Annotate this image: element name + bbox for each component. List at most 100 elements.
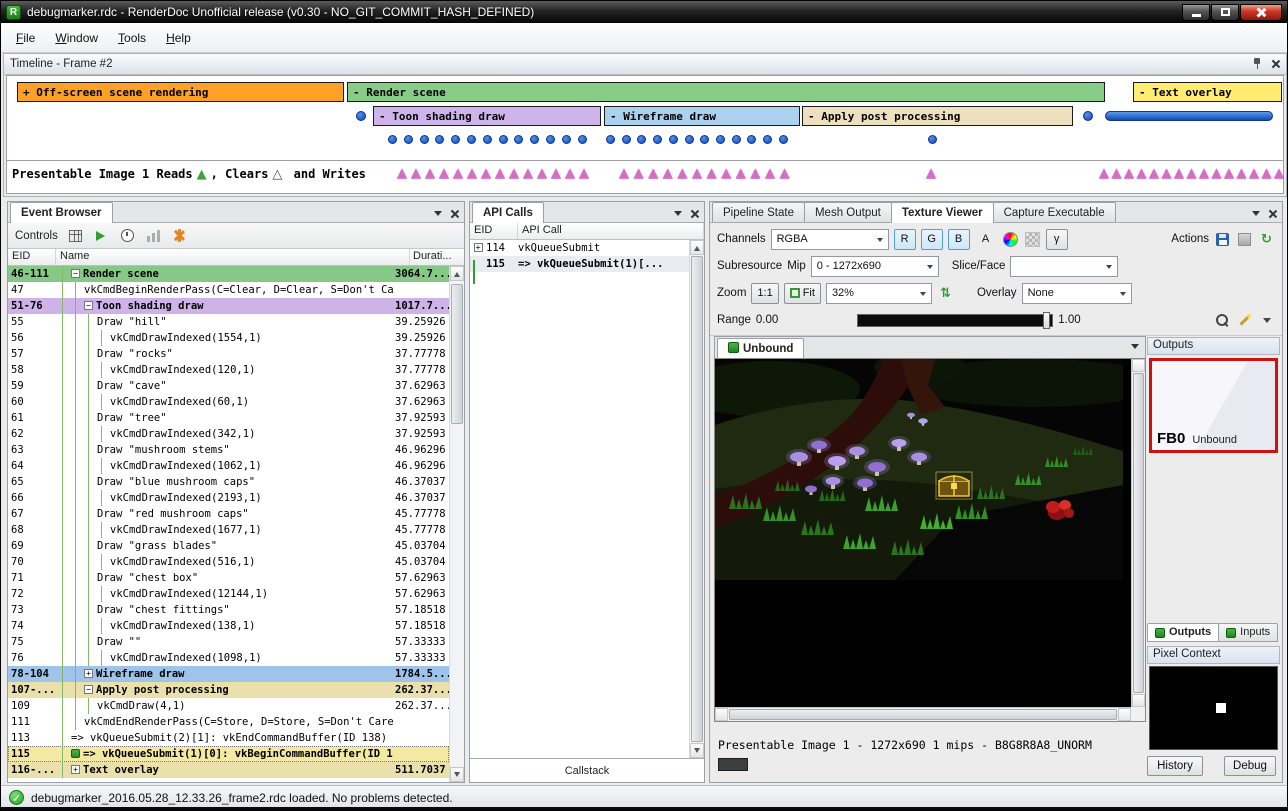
event-row[interactable]: 70vkCmdDrawIndexed(516,1)45.03704 <box>8 554 449 570</box>
usage-write-triangle[interactable]: ▲ <box>765 167 775 180</box>
event-row[interactable]: 115=> vkQueueSubmit(1)[0]: vkBeginComman… <box>8 746 449 762</box>
chevron-down-icon[interactable] <box>434 211 442 220</box>
save-button[interactable] <box>1214 231 1231 248</box>
event-dot[interactable] <box>530 135 539 144</box>
usage-write-triangle[interactable]: ▲ <box>411 167 421 180</box>
tab-event-browser[interactable]: Event Browser <box>10 202 113 223</box>
timeline-marker-block[interactable]: - Toon shading draw <box>373 106 601 126</box>
event-row[interactable]: 62vkCmdDrawIndexed(342,1)37.92593 <box>8 426 449 442</box>
tab-outputs[interactable]: Outputs <box>1147 623 1219 642</box>
column-duration[interactable]: Durati... <box>410 249 464 265</box>
menu-help[interactable]: Help <box>156 27 201 49</box>
column-name[interactable]: Name <box>56 249 410 265</box>
scrollbar-thumb[interactable] <box>451 284 463 424</box>
event-dot[interactable] <box>1083 111 1093 121</box>
usage-write-triangle[interactable]: ▲ <box>692 167 702 180</box>
scrollbar-thumb[interactable] <box>1133 373 1144 693</box>
tab-pipeline-state[interactable]: Pipeline State <box>712 202 805 222</box>
event-dot[interactable] <box>716 135 725 144</box>
scroll-down-icon[interactable] <box>450 767 464 782</box>
vertical-scrollbar[interactable] <box>689 240 704 758</box>
expander-icon[interactable]: + <box>474 243 483 252</box>
event-dot[interactable] <box>732 135 741 144</box>
api-call-row[interactable]: 115=> vkQueueSubmit(1)[... <box>470 256 689 272</box>
expander-icon[interactable]: − <box>84 301 93 310</box>
usage-write-triangle[interactable]: ▲ <box>1162 167 1172 180</box>
minimize-button[interactable] <box>1182 4 1210 21</box>
api-call-row[interactable]: +114vkQueueSubmit <box>470 240 689 256</box>
usage-write-triangle[interactable]: ▲ <box>750 167 760 180</box>
column-api-call[interactable]: API Call <box>518 223 704 239</box>
event-row[interactable]: 65Draw "blue mushroom caps"46.37037 <box>8 474 449 490</box>
vertical-scrollbar[interactable] <box>1131 359 1145 707</box>
usage-write-triangle[interactable]: ▲ <box>663 167 673 180</box>
expander-icon[interactable]: − <box>84 685 93 694</box>
debug-button[interactable]: Debug <box>1224 756 1276 776</box>
zoom-1to1-button[interactable]: 1:1 <box>751 283 778 304</box>
fit-button[interactable]: Fit <box>784 283 821 304</box>
event-row[interactable]: 51-76−Toon shading draw1017.7... <box>8 298 449 314</box>
usage-write-triangle[interactable]: ▲ <box>425 167 435 180</box>
event-row[interactable]: 55Draw "hill"39.25926 <box>8 314 449 330</box>
event-row[interactable]: 72vkCmdDrawIndexed(12144,1)57.62963 <box>8 586 449 602</box>
event-row[interactable]: 61Draw "tree"37.92593 <box>8 410 449 426</box>
tab-texture-viewer[interactable]: Texture Viewer <box>891 202 994 223</box>
event-row[interactable]: 74vkCmdDrawIndexed(138,1)57.18518 <box>8 618 449 634</box>
alpha-background-button[interactable] <box>1024 231 1041 248</box>
overlay-select[interactable]: None <box>1022 283 1132 304</box>
usage-write-triangle[interactable]: ▲ <box>1149 167 1159 180</box>
usage-write-triangle[interactable]: ▲ <box>565 167 575 180</box>
usage-write-triangle[interactable]: ▲ <box>509 167 519 180</box>
event-dot[interactable] <box>546 135 555 144</box>
channels-select[interactable]: RGBA <box>771 229 889 250</box>
range-slider-thumb[interactable] <box>1043 312 1050 329</box>
usage-write-triangle[interactable]: ▲ <box>634 167 644 180</box>
event-browser-column-header[interactable]: EID Name Durati... <box>8 249 464 266</box>
event-dot[interactable] <box>483 135 492 144</box>
scroll-down-icon[interactable] <box>1132 694 1145 707</box>
event-dot[interactable] <box>928 135 937 144</box>
event-row[interactable]: 66vkCmdDrawIndexed(2193,1)46.37037 <box>8 490 449 506</box>
event-dot[interactable] <box>653 135 662 144</box>
usage-write-triangle[interactable]: ▲ <box>677 167 687 180</box>
usage-write-triangle[interactable]: ▲ <box>1237 167 1247 180</box>
maximize-button[interactable] <box>1211 4 1239 21</box>
fb0-thumbnail[interactable]: FB0 Unbound <box>1149 358 1278 453</box>
usage-write-triangle[interactable]: ▲ <box>619 167 629 180</box>
event-dot[interactable] <box>514 135 523 144</box>
usage-write-triangle[interactable]: ▲ <box>1112 167 1122 180</box>
scroll-down-icon[interactable] <box>690 743 704 758</box>
usage-write-triangle[interactable]: ▲ <box>1249 167 1259 180</box>
event-dot[interactable] <box>747 135 756 144</box>
usage-write-triangle[interactable]: ▲ <box>780 167 790 180</box>
scrollbar-thumb[interactable] <box>729 709 1117 720</box>
column-eid[interactable]: EID <box>470 223 518 239</box>
event-row[interactable]: 58vkCmdDrawIndexed(120,1)37.77778 <box>8 362 449 378</box>
event-row[interactable]: 111vkCmdEndRenderPass(C=Store, D=Store, … <box>8 714 449 730</box>
horizontal-scrollbar[interactable] <box>715 707 1131 721</box>
event-dot[interactable] <box>356 111 366 121</box>
expander-icon[interactable]: + <box>84 669 93 678</box>
events-bar[interactable] <box>1105 111 1273 121</box>
event-dot[interactable] <box>779 135 788 144</box>
scrollbar-thumb[interactable] <box>691 256 703 742</box>
green-channel-button[interactable]: G <box>921 229 943 250</box>
usage-write-triangle[interactable]: ▲ <box>1187 167 1197 180</box>
timeline-marker-block[interactable]: - Apply post processing <box>802 106 1073 126</box>
event-row[interactable]: 73Draw "chest fittings"57.18518 <box>8 602 449 618</box>
tab-unbound[interactable]: Unbound <box>717 338 804 359</box>
usage-write-triangle[interactable]: ▲ <box>1099 167 1109 180</box>
recent-events-button[interactable] <box>119 227 136 244</box>
usage-write-triangle[interactable]: ▲ <box>453 167 463 180</box>
usage-write-triangle[interactable]: ▲ <box>648 167 658 180</box>
scroll-left-icon[interactable] <box>715 708 728 721</box>
event-row[interactable]: 56vkCmdDrawIndexed(1554,1)39.25926 <box>8 330 449 346</box>
usage-write-triangle[interactable]: ▲ <box>926 167 936 180</box>
event-dot[interactable] <box>435 135 444 144</box>
scroll-right-icon[interactable] <box>1118 708 1131 721</box>
event-row[interactable]: 113=> vkQueueSubmit(2)[1]: vkEndCommandB… <box>8 730 449 746</box>
slice-face-select[interactable] <box>1010 256 1118 277</box>
close-icon[interactable] <box>690 209 699 218</box>
stats-button[interactable] <box>145 227 162 244</box>
event-row[interactable]: 57Draw "rocks"37.77778 <box>8 346 449 362</box>
